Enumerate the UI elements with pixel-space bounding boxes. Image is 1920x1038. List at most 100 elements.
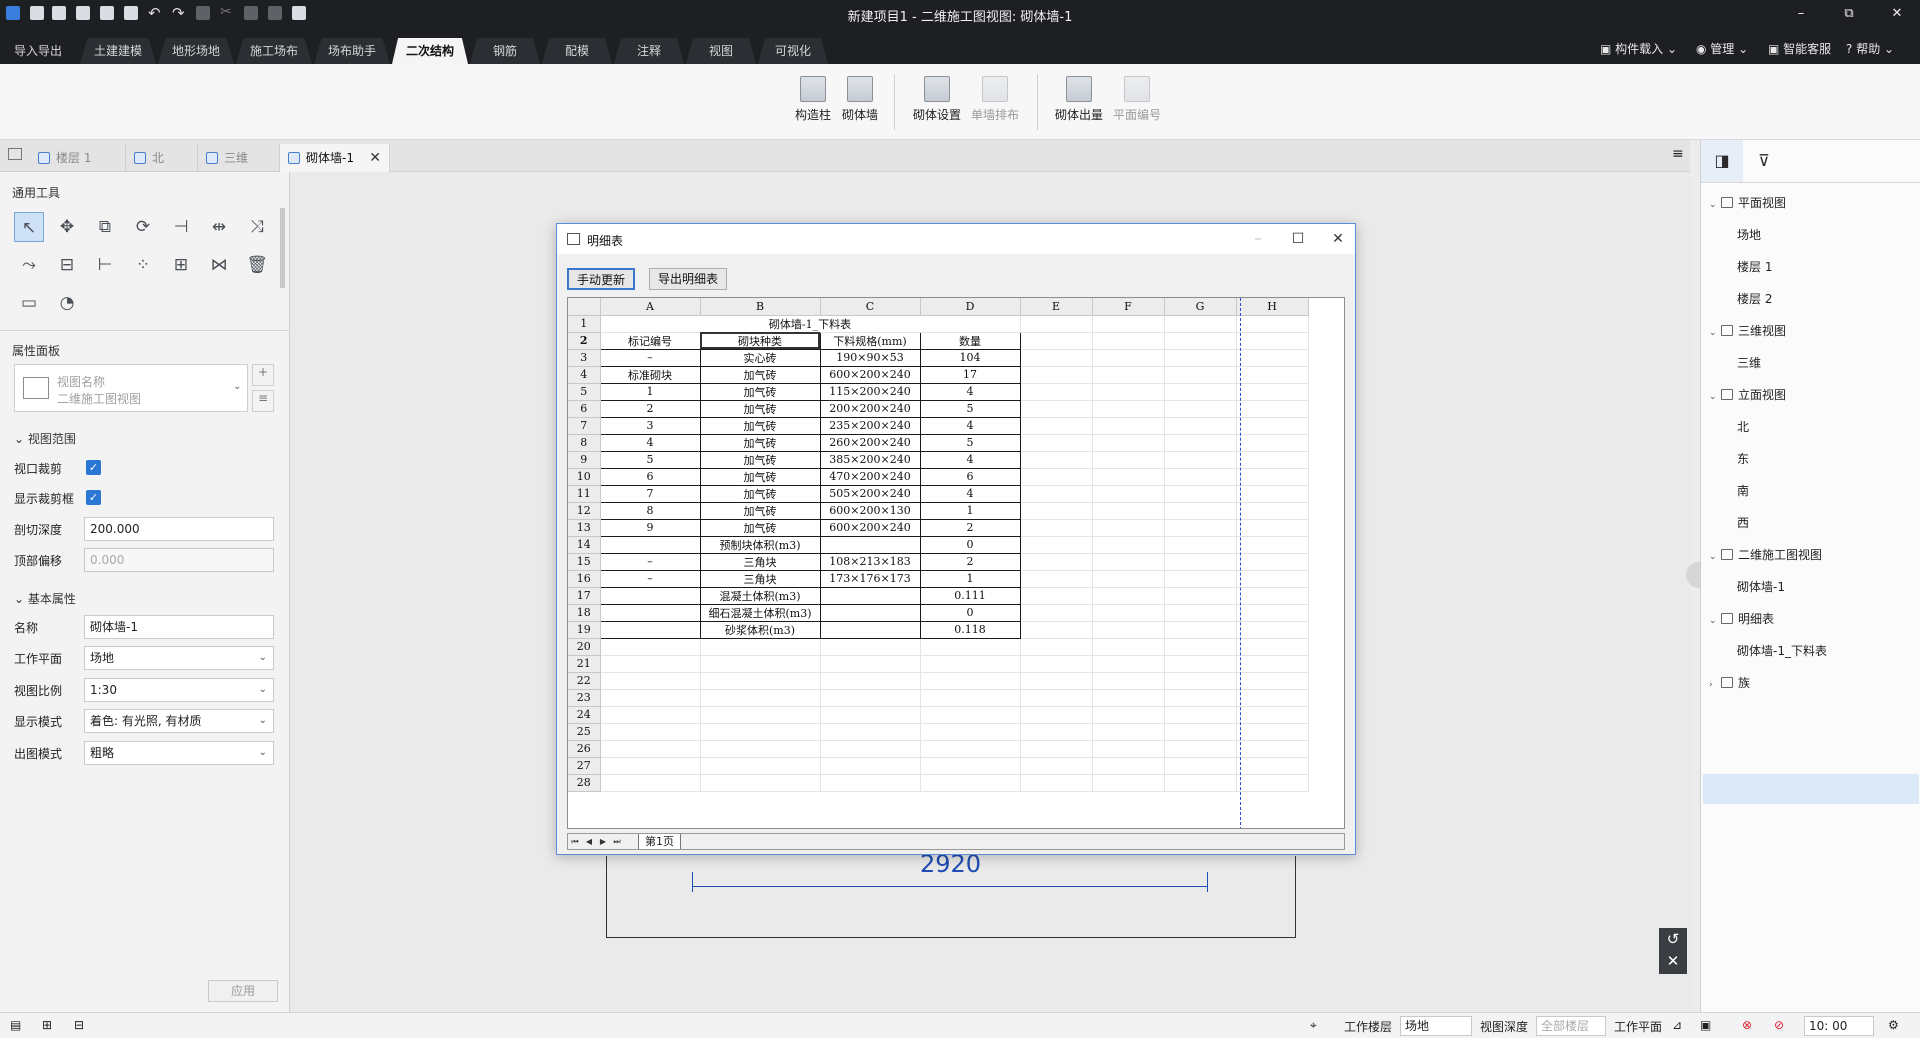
- table-cell[interactable]: 预制块体积(m3): [699, 535, 821, 554]
- table-cell[interactable]: [1236, 740, 1309, 758]
- table-cell[interactable]: [1164, 689, 1237, 707]
- last-sheet-icon[interactable]: ⏭: [610, 835, 624, 848]
- table-cell[interactable]: [1092, 315, 1165, 333]
- table-cell[interactable]: [600, 689, 701, 707]
- table-cell[interactable]: 600×200×130: [819, 501, 921, 520]
- tree-item[interactable]: 楼层 2: [1737, 290, 1772, 307]
- table-cell[interactable]: 加气砖: [699, 433, 821, 452]
- table-cell[interactable]: [1236, 434, 1309, 452]
- manage-menu[interactable]: ◉ 管理 ⌄: [1696, 40, 1748, 57]
- table-cell[interactable]: [1236, 689, 1309, 707]
- move-tool-icon[interactable]: ✥: [52, 212, 82, 242]
- table-cell[interactable]: [700, 638, 821, 656]
- table-cell[interactable]: 加气砖: [699, 399, 821, 418]
- table-cell[interactable]: [920, 706, 1021, 724]
- table-cell[interactable]: 5: [919, 433, 1021, 452]
- chevron-down-icon[interactable]: ⌄: [1709, 616, 1721, 626]
- table-cell[interactable]: 混凝土体积(m3): [699, 586, 821, 605]
- table-cell[interactable]: 5: [919, 399, 1021, 418]
- prev-sheet-icon[interactable]: ◀: [582, 835, 596, 848]
- table-cell[interactable]: [1164, 468, 1237, 486]
- table-cell[interactable]: [1092, 604, 1165, 622]
- table-cell[interactable]: [819, 603, 921, 622]
- column-header[interactable]: H: [1236, 298, 1309, 316]
- table-cell[interactable]: 470×200×240: [819, 467, 921, 486]
- table-cell[interactable]: [820, 774, 921, 792]
- table-cell[interactable]: [1236, 774, 1309, 792]
- dialog-maximize-button[interactable]: ☐: [1283, 228, 1313, 250]
- table-cell[interactable]: [920, 723, 1021, 741]
- table-cell[interactable]: [600, 655, 701, 673]
- row-number[interactable]: 22: [568, 672, 601, 690]
- table-cell[interactable]: [1092, 434, 1165, 452]
- table-cell[interactable]: [1020, 451, 1093, 469]
- table-cell[interactable]: [700, 757, 821, 775]
- table-cell[interactable]: 115×200×240: [819, 382, 921, 401]
- table-cell[interactable]: [1164, 740, 1237, 758]
- table-cell[interactable]: [600, 757, 701, 775]
- table-cell[interactable]: [920, 774, 1021, 792]
- table-cell[interactable]: [1092, 349, 1165, 367]
- row-number[interactable]: 19: [568, 621, 601, 639]
- tree-item[interactable]: 砌体墙-1_下料表: [1737, 642, 1827, 659]
- single-wall-layout-button[interactable]: 单墙排布: [970, 76, 1020, 123]
- corner-cell[interactable]: [568, 298, 601, 316]
- spreadsheet[interactable]: A B C D E F G H 1 砌体墙-1_下料表 2 标记编号 砌块种类 下料规格(mm) 数量 3– 实…: [567, 297, 1345, 829]
- tools-scrollbar[interactable]: [280, 208, 285, 288]
- table-cell[interactable]: [1092, 502, 1165, 520]
- table-cell[interactable]: [1236, 621, 1309, 639]
- table-cell[interactable]: [1092, 740, 1165, 758]
- show-clip-checkbox[interactable]: ✓: [86, 490, 101, 505]
- table-cell[interactable]: 4: [599, 433, 701, 452]
- smart-service-button[interactable]: ▣ 智能客服: [1768, 40, 1831, 57]
- table-cell[interactable]: [1020, 349, 1093, 367]
- settings-icon[interactable]: ⚙: [1888, 1018, 1899, 1032]
- table-cell[interactable]: 4: [919, 450, 1021, 469]
- tab-formwork[interactable]: 配模: [542, 38, 612, 64]
- row-number[interactable]: 23: [568, 689, 601, 707]
- cut-depth-input[interactable]: 200.000: [84, 517, 274, 541]
- row-number[interactable]: 28: [568, 774, 601, 792]
- workplane-select[interactable]: 场地 ⌄: [84, 646, 274, 670]
- table-cell[interactable]: [1236, 400, 1309, 418]
- table-cell[interactable]: 9: [599, 518, 701, 537]
- table-cell[interactable]: [1236, 587, 1309, 605]
- table-cell[interactable]: [600, 638, 701, 656]
- table-cell[interactable]: [1236, 655, 1309, 673]
- table-cell[interactable]: 2: [599, 399, 701, 418]
- chevron-down-icon[interactable]: ⌄: [1709, 392, 1721, 402]
- chevron-down-icon[interactable]: ⌄: [1709, 200, 1721, 210]
- table-cell[interactable]: [1236, 502, 1309, 520]
- tab-civil-modeling[interactable]: 土建建模: [80, 38, 156, 64]
- table-cell[interactable]: [1164, 315, 1237, 333]
- table-cell[interactable]: [1020, 689, 1093, 707]
- tab-secondary-structure[interactable]: 二次结构: [392, 38, 468, 64]
- angle-tool-icon[interactable]: ◔: [52, 288, 82, 318]
- table-cell[interactable]: [1020, 332, 1093, 350]
- table-cell[interactable]: 0: [919, 603, 1021, 622]
- help-menu[interactable]: ? 帮助 ⌄: [1846, 40, 1894, 57]
- table-cell[interactable]: 8: [599, 501, 701, 520]
- table-cell[interactable]: 0.111: [919, 586, 1021, 605]
- row-number[interactable]: 17: [568, 587, 601, 605]
- table-cell[interactable]: 2: [919, 552, 1021, 571]
- chevron-down-icon[interactable]: ⌄: [1709, 328, 1721, 338]
- table-cell[interactable]: 加气砖: [699, 382, 821, 401]
- table-cell[interactable]: [1020, 536, 1093, 554]
- table-cell[interactable]: [700, 723, 821, 741]
- dialog-title-bar[interactable]: 明细表 – ☐ ✕: [557, 224, 1355, 254]
- table-cell[interactable]: 505×200×240: [819, 484, 921, 503]
- tree-group[interactable]: ⌄ 三维视图: [1709, 322, 1786, 339]
- work-floor-select[interactable]: 场地: [1400, 1016, 1472, 1036]
- next-sheet-icon[interactable]: ▶: [596, 835, 610, 848]
- table-cell[interactable]: 385×200×240: [819, 450, 921, 469]
- table-cell[interactable]: [1020, 468, 1093, 486]
- table-cell[interactable]: [1020, 723, 1093, 741]
- table-cell[interactable]: 实心砖: [699, 348, 821, 367]
- chevron-down-icon[interactable]: ⌄: [1709, 552, 1721, 562]
- table-cell[interactable]: 600×200×240: [819, 518, 921, 537]
- row-number[interactable]: 20: [568, 638, 601, 656]
- table-cell[interactable]: 加气砖: [699, 484, 821, 503]
- basic-props-section[interactable]: ⌄ 基本属性: [14, 590, 76, 607]
- table-cell[interactable]: [1236, 723, 1309, 741]
